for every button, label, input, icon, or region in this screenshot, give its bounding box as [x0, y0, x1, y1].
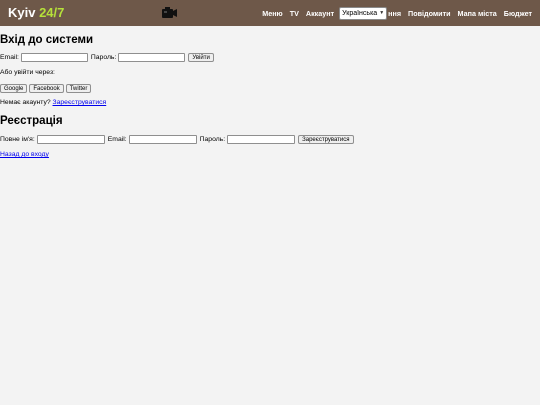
register-fullname-label: Повне ім'я: [0, 136, 35, 143]
register-link[interactable]: Зареєструватися [53, 99, 107, 106]
social-login-buttons: Google Facebook Twitter [0, 84, 93, 93]
top-navigation-bar: Kyiv 24/7 Меню TV Аккаунт Українська ▼ н… [0, 0, 540, 26]
language-select[interactable]: Українська ▼ [339, 6, 388, 20]
nav-tv[interactable]: TV [290, 9, 299, 18]
logo-accent-text: 24/7 [39, 5, 65, 20]
language-dropdown-wrapper: Українська ▼ ння [339, 6, 401, 20]
chevron-down-icon: ▼ [379, 10, 385, 16]
nav-account[interactable]: Аккаунт [306, 9, 334, 18]
nav-city-map[interactable]: Мапа міста [458, 9, 497, 18]
site-logo[interactable]: Kyiv 24/7 [8, 5, 64, 20]
register-submit-button[interactable]: Зареєструватися [298, 135, 354, 144]
register-password-field[interactable] [227, 135, 296, 144]
social-login-prompt: Або увійти через: [0, 69, 55, 76]
google-login-button[interactable]: Google [0, 84, 28, 93]
register-form-row: Повне ім'я: Email: Пароль: Зареєструвати… [0, 135, 356, 144]
logo-text: Kyiv [8, 5, 40, 20]
nav-menu[interactable]: Меню [262, 9, 282, 18]
login-title: Вхід до системи [0, 34, 94, 46]
register-fullname-field[interactable] [36, 135, 105, 144]
login-email-label: Email: [0, 54, 19, 61]
login-password-label: Пароль: [90, 54, 117, 61]
register-password-label: Пароль: [199, 136, 226, 143]
back-to-login-link[interactable]: Назад до входу [0, 151, 49, 158]
twitter-login-button[interactable]: Twitter [65, 84, 92, 93]
login-email-field[interactable] [20, 53, 88, 62]
tv-camera-icon[interactable] [160, 6, 178, 20]
register-email-field[interactable] [128, 135, 197, 144]
back-to-login-line: Назад до входу [0, 151, 49, 158]
nav-obscured-item[interactable]: ння [388, 9, 401, 18]
nav-budget[interactable]: Бюджет [504, 9, 532, 18]
login-submit-button[interactable]: Увійти [188, 53, 214, 62]
main-nav: Меню TV Аккаунт Українська ▼ ння Повідом… [255, 0, 532, 26]
facebook-login-button[interactable]: Facebook [29, 84, 64, 93]
register-email-label: Email: [107, 136, 127, 143]
login-form-row: Email: Пароль: Увійти [0, 53, 216, 62]
nav-notify[interactable]: Повідомити [408, 9, 451, 18]
register-title: Реєстрація [0, 115, 63, 127]
language-select-value: Українська [342, 9, 378, 17]
no-account-line: Немає акаунту? Зареєструватися [0, 99, 106, 106]
no-account-text: Немає акаунту? [0, 99, 51, 106]
login-password-field[interactable] [118, 53, 186, 62]
